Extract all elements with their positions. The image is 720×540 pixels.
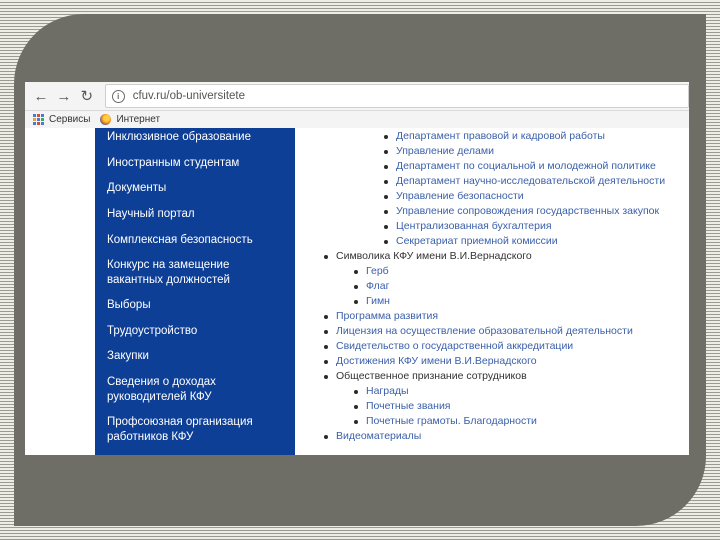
sidebar-item-security[interactable]: Комплексная безопасность <box>107 233 287 248</box>
sidebar-item-trade-union[interactable]: Профсоюзная организация работников КФУ <box>107 415 287 445</box>
info-icon[interactable]: i <box>111 89 125 103</box>
list-item[interactable]: Управление сопровождения государственных… <box>384 205 659 218</box>
bookmarks-bar: Сервисы Интернет <box>25 111 689 128</box>
sidebar-item-documents[interactable]: Документы <box>107 181 287 196</box>
list-item[interactable]: Департамент правовой и кадровой работы <box>384 130 605 143</box>
sidebar-item-inclusive-education[interactable]: Инклюзивное образование <box>107 130 287 145</box>
list-item[interactable]: Программа развития <box>324 310 438 323</box>
list-item[interactable]: Департамент научно-исследовательской дея… <box>384 175 665 188</box>
apps-grid-icon[interactable] <box>33 114 44 125</box>
list-item[interactable]: Секретариат приемной комиссии <box>384 235 558 248</box>
browser-toolbar: ← → ↻ i cfuv.ru/ob-universitete <box>25 82 689 111</box>
address-bar[interactable]: i cfuv.ru/ob-universitete <box>104 84 689 108</box>
list-item[interactable]: Награды <box>354 385 409 398</box>
list-item[interactable]: Лицензия на осуществление образовательно… <box>324 325 633 338</box>
sidebar-item-foreign-students[interactable]: Иностранным студентам <box>107 156 287 171</box>
list-item[interactable]: Герб <box>354 265 389 278</box>
sidebar-item-vacancy-contest[interactable]: Конкурс на замещение вакантных должносте… <box>107 258 287 288</box>
sidebar-menu: Инклюзивное образование Иностранным студ… <box>95 128 295 455</box>
list-item[interactable]: Свидетельство о государственной аккредит… <box>324 340 573 353</box>
sidebar-item-employment[interactable]: Трудоустройство <box>107 324 287 339</box>
firefox-icon <box>100 114 112 125</box>
back-arrow-icon[interactable]: ← <box>31 86 51 106</box>
url-text[interactable]: cfuv.ru/ob-universitete <box>133 90 245 102</box>
list-item[interactable]: Символика КФУ имени В.И.Вернадского <box>324 250 532 263</box>
list-item[interactable]: Почетные грамоты. Благодарности <box>354 415 537 428</box>
list-item[interactable]: Достижения КФУ имени В.И.Вернадского <box>324 355 537 368</box>
sidebar-item-procurement[interactable]: Закупки <box>107 349 287 364</box>
list-item[interactable]: Централизованная бухгалтерия <box>384 220 552 233</box>
sidebar-item-elections[interactable]: Выборы <box>107 298 287 313</box>
list-item[interactable]: Общественное признание сотрудников <box>324 370 527 383</box>
list-item[interactable]: Видеоматериалы <box>324 430 421 443</box>
list-item[interactable]: Гимн <box>354 295 390 308</box>
browser-window: ← → ↻ i cfuv.ru/ob-universitete Сервисы … <box>25 82 689 455</box>
list-item[interactable]: Департамент по социальной и молодежной п… <box>384 160 656 173</box>
list-item[interactable]: Управление делами <box>384 145 494 158</box>
list-item[interactable]: Почетные звания <box>354 400 451 413</box>
bookmark-internet[interactable]: Интернет <box>116 114 160 125</box>
bookmark-services[interactable]: Сервисы <box>49 114 90 125</box>
forward-arrow-icon[interactable]: → <box>54 86 74 106</box>
reload-icon[interactable]: ↻ <box>77 86 97 106</box>
list-item[interactable]: Флаг <box>354 280 389 293</box>
sidebar-item-science-portal[interactable]: Научный портал <box>107 207 287 222</box>
list-item[interactable]: Управление безопасности <box>384 190 524 203</box>
sidebar-item-income-info[interactable]: Сведения о доходах руководителей КФУ <box>107 375 287 405</box>
